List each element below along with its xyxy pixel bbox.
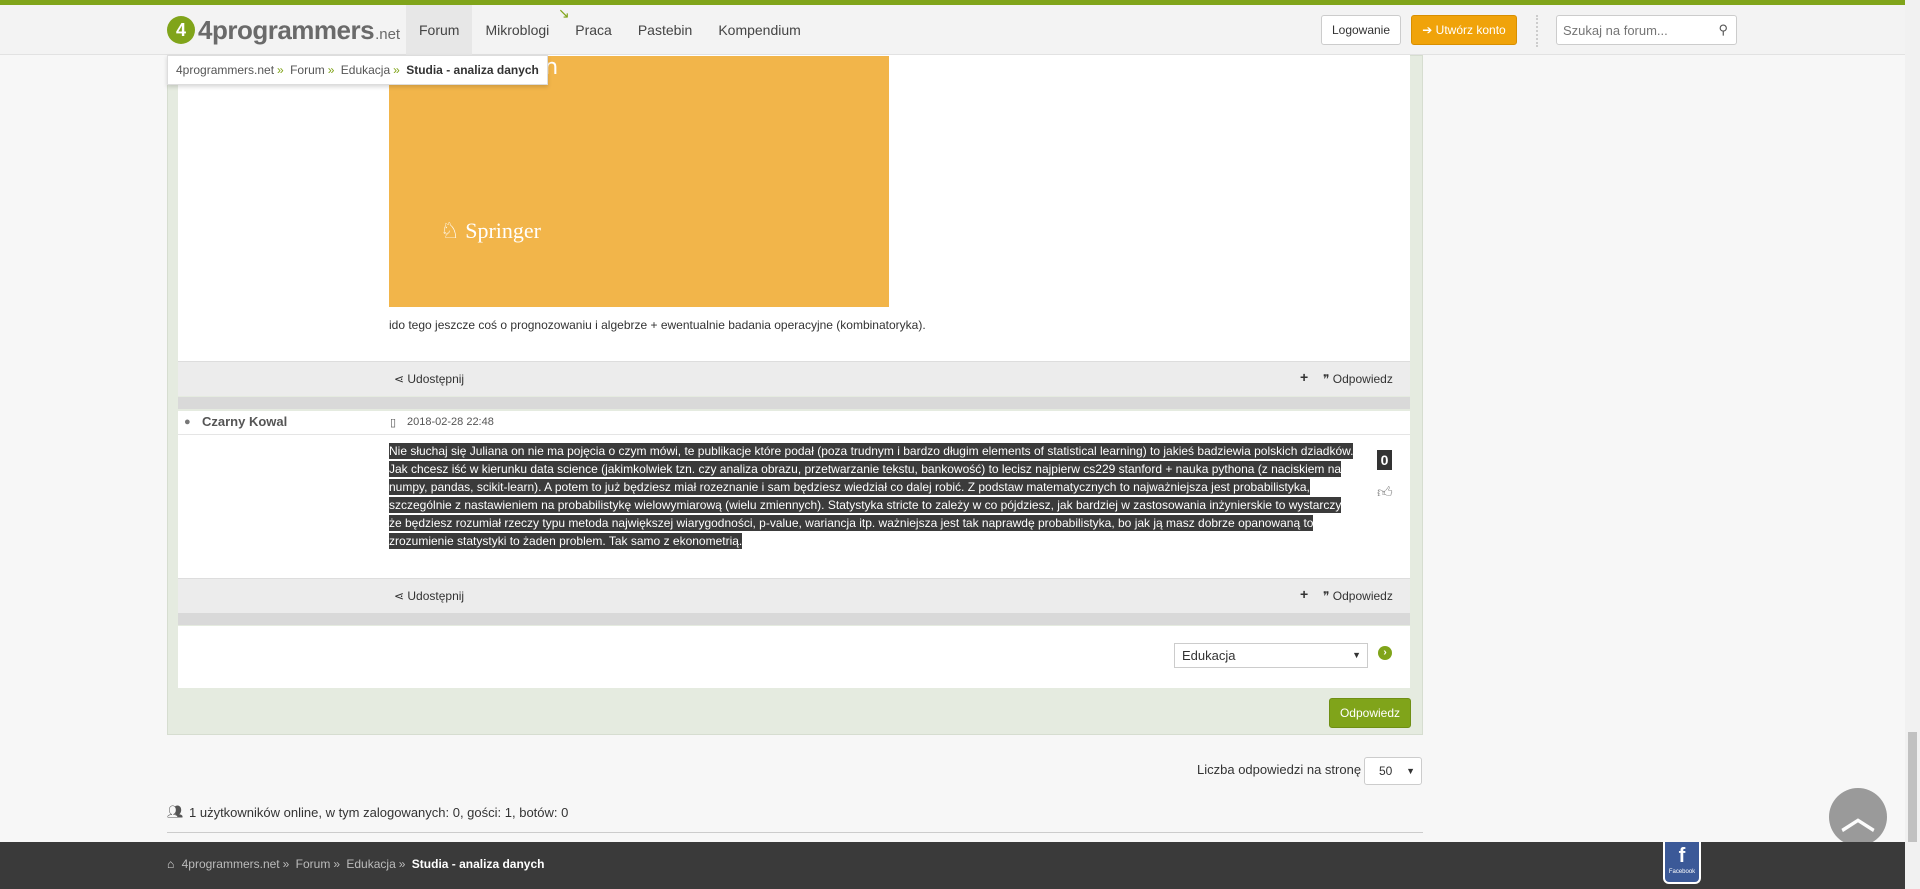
nav-kompendium[interactable]: Kompendium (705, 5, 814, 55)
share-icon: ⋖ (394, 372, 408, 386)
login-button[interactable]: Logowanie (1321, 15, 1401, 45)
footer-breadcrumb: ⌂ 4programmers.net» Forum» Edukacja» Stu… (167, 857, 545, 871)
post2-footer (178, 578, 1410, 613)
nav-pastebin[interactable]: Pastebin (625, 5, 705, 55)
home-icon[interactable]: ⌂ (167, 857, 174, 871)
per-page-value: 50 (1379, 764, 1393, 778)
user-icon: ● (184, 416, 191, 428)
crumb-home[interactable]: 4programmers.net (176, 63, 274, 77)
post2-share-button[interactable]: ⋖ Udostępnij (394, 589, 464, 603)
reply-button[interactable]: Odpowiedz (1329, 698, 1411, 728)
springer-logo: ♘ Springer (440, 218, 541, 243)
facebook-badge[interactable]: f Facebook (1663, 842, 1701, 884)
search-icon[interactable]: ⚲ (1718, 22, 1728, 38)
search-input[interactable] (1557, 16, 1707, 44)
publisher-name: Springer (465, 218, 541, 243)
post2-text: Nie słuchaj się Juliana on nie ma pojęci… (389, 442, 1355, 550)
register-button[interactable]: ➔ Utwórz konto (1411, 15, 1517, 45)
go-arrow-icon[interactable]: › (1378, 646, 1392, 660)
sign-in-icon: ➔ (1422, 23, 1436, 37)
crumb-category[interactable]: Edukacja (341, 63, 390, 77)
post2-plus-icon[interactable]: + (1300, 586, 1308, 602)
online-users-text: 1 użytkowników online, w tym zalogowanyc… (189, 805, 569, 820)
post1-text: ido tego jeszcze coś o prognozowaniu i a… (389, 318, 926, 332)
quote-icon: ❞ (1323, 589, 1333, 603)
nav-forum[interactable]: Forum (406, 5, 473, 55)
reply-label: Odpowiedz (1332, 372, 1393, 386)
post2-header (178, 411, 1410, 435)
footer: ⌂ 4programmers.net» Forum» Edukacja» Stu… (0, 842, 1905, 889)
footer-crumb-forum[interactable]: Forum (296, 857, 331, 871)
site-logo[interactable]: 4 4programmers .net (167, 15, 400, 45)
main-nav: Forum Mikroblogi Praca Pastebin Kompendi… (406, 5, 814, 55)
facebook-label: Facebook (1668, 869, 1696, 875)
dropdown-arrow-icon: ▼ (1406, 766, 1415, 776)
nav-praca[interactable]: Praca (562, 5, 625, 55)
book-cover-image: tion ♘ Springer (389, 55, 889, 307)
scrollbar-thumb[interactable] (1908, 732, 1917, 842)
post1-plus-icon[interactable]: + (1300, 369, 1308, 385)
post2-date[interactable]: 2018-02-28 22:48 (407, 416, 494, 428)
scroll-to-top-button[interactable]: ︿ (1829, 788, 1887, 846)
divider (167, 832, 1423, 833)
category-value: Edukacja (1182, 648, 1236, 663)
register-label: Utwórz konto (1435, 23, 1506, 37)
post2-reply-button[interactable]: ❞ Odpowiedz (1323, 589, 1393, 603)
post1-reply-button[interactable]: ❞ Odpowiedz (1323, 372, 1393, 386)
scrollbar[interactable] (1905, 0, 1920, 889)
category-select[interactable]: Edukacja ▼ (1174, 643, 1368, 668)
navbar: 4 4programmers .net Forum Mikroblogi Pra… (0, 5, 1905, 55)
thumbs-up-icon[interactable]: 👍︎ (1377, 484, 1393, 502)
search-box: ⚲ (1556, 15, 1737, 45)
nav-divider (1536, 15, 1538, 47)
post1-footer (178, 361, 1410, 396)
post2-author[interactable]: Czarny Kowal (202, 414, 287, 429)
share-icon: ⋖ (394, 589, 408, 603)
share-label: Udostępnij (407, 589, 465, 603)
post-separator (178, 397, 1410, 409)
logo-tld: .net (375, 25, 401, 43)
facebook-icon: f (1678, 845, 1686, 867)
post1-share-button[interactable]: ⋖ Udostępnij (394, 372, 464, 386)
breadcrumb: 4programmers.net» Forum» Edukacja» Studi… (167, 55, 548, 85)
dropdown-arrow-icon: ▼ (1352, 650, 1361, 660)
footer-crumb-current: Studia - analiza danych (411, 857, 545, 871)
post-separator (178, 613, 1410, 625)
chevron-up-icon: ︿ (1841, 799, 1875, 837)
post-document-icon: ▯ (390, 417, 397, 429)
logo-text: 4programmers (198, 14, 375, 45)
footer-crumb-category[interactable]: Edukacja (346, 857, 395, 871)
quote-icon: ❞ (1323, 372, 1333, 386)
vote-count: 0 (1377, 450, 1392, 470)
share-label: Udostępnij (407, 372, 465, 386)
footer-crumb-home[interactable]: 4programmers.net (182, 857, 280, 871)
praca-arrow-icon: ↘ (558, 5, 570, 21)
crumb-forum[interactable]: Forum (290, 63, 325, 77)
users-icon: 👥︎ (167, 804, 184, 819)
crumb-current: Studia - analiza danych (406, 63, 539, 77)
reply-label: Odpowiedz (1332, 589, 1393, 603)
per-page-label: Liczba odpowiedzi na stronę (1197, 762, 1362, 777)
nav-mikroblogi[interactable]: Mikroblogi (472, 5, 562, 55)
logo-mark-icon: 4 (167, 16, 195, 44)
per-page-select[interactable]: 50 ▼ (1364, 757, 1422, 785)
post2-text-content: Nie słuchaj się Juliana on nie ma pojęci… (389, 443, 1354, 549)
